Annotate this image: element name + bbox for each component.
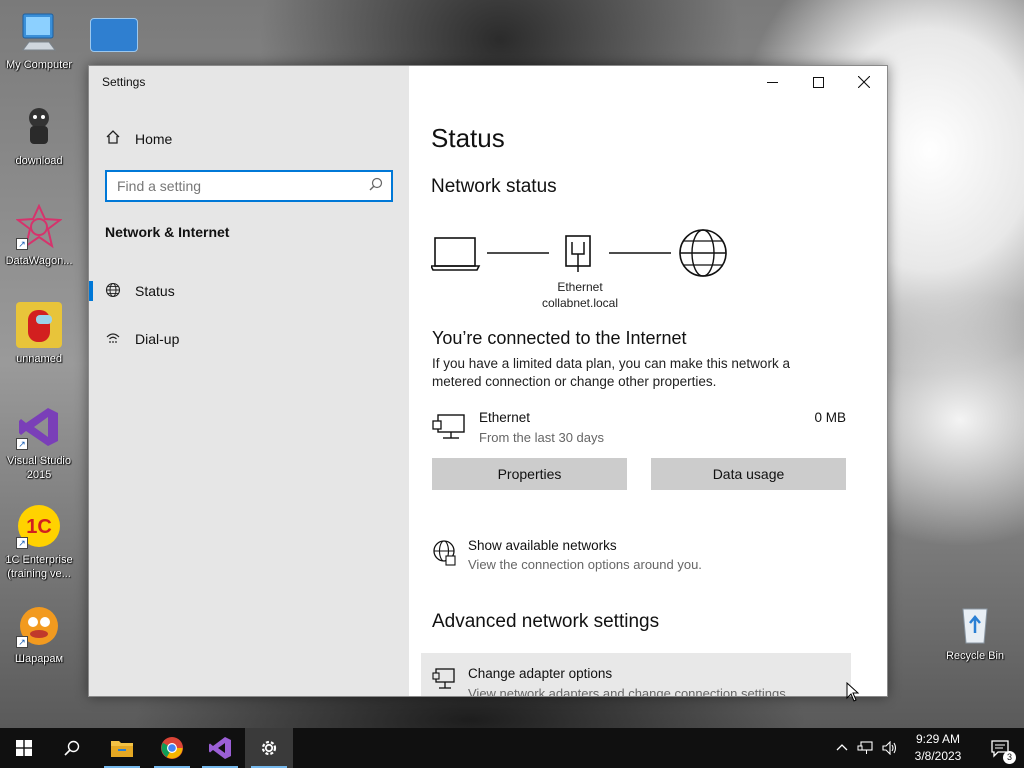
taskbar-visual-studio[interactable] — [196, 728, 244, 768]
search-input[interactable] — [117, 178, 369, 194]
notification-count-badge: 3 — [1003, 751, 1016, 764]
desktop-icon-label: Recycle Bin — [945, 650, 1005, 662]
search-icon[interactable] — [369, 177, 383, 196]
desktop-icon-label: unnamed — [16, 353, 62, 365]
desktop-icon-label: Шарарам — [14, 653, 64, 665]
volume-icon[interactable] — [882, 741, 898, 755]
action-center-button[interactable]: 3 — [976, 728, 1024, 768]
ethernet-name: Ethernet — [479, 410, 531, 425]
visual-studio-icon — [209, 737, 231, 759]
chevron-up-icon[interactable] — [836, 742, 848, 754]
file-explorer-icon — [111, 741, 133, 757]
1c-icon: 1C ↗ — [16, 503, 62, 549]
desktop-icon-label: DataWagon... — [5, 255, 73, 267]
sidebar-section-title: Network & Internet — [105, 224, 230, 240]
adapter-options-subtitle: View network adapters and change connect… — [468, 686, 790, 697]
desktop-icon-visual-studio[interactable]: ↗ Visual Studio 2015 — [0, 404, 79, 482]
desktop-icon-label: download — [15, 155, 63, 167]
taskbar: 9:29 AM 3/8/2023 3 — [0, 728, 1024, 768]
desktop-icon-shararam[interactable]: ↗ Шарарам — [0, 602, 79, 666]
advanced-settings-heading: Advanced network settings — [432, 611, 660, 632]
change-adapter-options-link[interactable]: Change adapter options View network adap… — [421, 653, 851, 697]
settings-sidebar: Settings Home Network & Internet Status — [89, 66, 409, 696]
ethernet-period: From the last 30 days — [479, 430, 604, 445]
desktop-icon-1c-enterprise[interactable]: 1C ↗ 1C Enterprise (training ve... — [0, 503, 79, 581]
shortcut-arrow-icon: ↗ — [16, 238, 28, 250]
desktop-icon-my-computer[interactable]: My Computer — [0, 10, 79, 72]
desktop-icon-datawagon[interactable]: ↗ DataWagon... — [0, 203, 79, 268]
desktop-icon-recycle-bin[interactable]: Recycle Bin — [935, 603, 1015, 663]
taskbar-search-button[interactable] — [48, 728, 96, 768]
system-tray — [836, 728, 898, 768]
window-file-icon — [90, 18, 138, 52]
ethernet-icon — [565, 235, 591, 272]
taskbar-settings[interactable] — [245, 728, 293, 768]
laptop-icon — [431, 237, 481, 271]
show-networks-subtitle: View the connection options around you. — [468, 557, 702, 572]
sidebar-item-label: Status — [135, 283, 175, 299]
globe-icon — [432, 540, 456, 571]
properties-button[interactable]: Properties — [432, 458, 627, 490]
recycle-bin-icon — [955, 603, 995, 645]
search-icon — [64, 740, 80, 756]
show-networks-title: Show available networks — [468, 538, 617, 553]
sidebar-item-label: Dial-up — [135, 331, 180, 347]
desktop-icon-label: Visual Studio 2015 — [6, 455, 71, 481]
start-button[interactable] — [0, 728, 48, 768]
adapter-icon — [432, 667, 456, 696]
data-usage-button[interactable]: Data usage — [651, 458, 846, 490]
network-domain: collabnet.local — [541, 296, 619, 310]
desktop-icon-label: 1C Enterprise (training ve... — [5, 554, 73, 580]
ethernet-data-usage: 0 MB — [814, 410, 846, 425]
ethernet-adapter-icon — [432, 413, 466, 446]
desktop-icon-unnamed[interactable]: unnamed — [0, 302, 79, 366]
clock-date: 3/8/2023 — [914, 749, 962, 763]
clock-time: 9:29 AM — [915, 732, 961, 746]
adapter-name: Ethernet — [557, 280, 603, 294]
page-title: Status — [431, 123, 505, 153]
adapter-options-title: Change adapter options — [468, 666, 613, 681]
datawagon-icon: ↗ — [15, 203, 63, 250]
network-status-heading: Network status — [431, 176, 557, 197]
home-icon — [105, 129, 121, 148]
desktop-icon-label: My Computer — [5, 59, 73, 71]
connected-description: If you have a limited data plan, you can… — [432, 356, 790, 389]
svg-text:1C: 1C — [26, 516, 52, 538]
sidebar-item-dial-up[interactable]: Dial-up — [89, 319, 409, 359]
window-title: Settings — [102, 75, 146, 89]
among-us-icon — [16, 302, 62, 348]
shortcut-arrow-icon: ↗ — [16, 438, 28, 450]
chrome-icon — [161, 737, 183, 759]
shararam-icon: ↗ — [16, 602, 62, 648]
settings-icon — [261, 740, 277, 756]
show-available-networks-link[interactable]: Show available networks View the connect… — [432, 538, 862, 578]
desktop-icon-window-file[interactable] — [74, 18, 154, 56]
start-icon — [16, 740, 32, 756]
sidebar-item-status[interactable]: Status — [89, 271, 409, 311]
search-box — [105, 170, 393, 202]
dialup-icon — [105, 330, 121, 349]
network-tray-icon[interactable] — [857, 741, 873, 755]
settings-content: Status Network status Ethernet collabnet… — [409, 66, 887, 697]
internet-globe-icon — [679, 229, 727, 277]
globe-icon — [105, 282, 121, 301]
connected-heading: You’re connected to the Internet — [432, 328, 687, 348]
shortcut-arrow-icon: ↗ — [16, 636, 28, 648]
shortcut-arrow-icon: ↗ — [16, 537, 28, 549]
nav-home-label: Home — [135, 130, 173, 147]
desktop-icon-download[interactable]: download — [0, 104, 79, 168]
computer-icon — [17, 10, 61, 54]
settings-window: Settings Home Network & Internet Status — [88, 65, 888, 697]
ethernet-usage-row: Ethernet From the last 30 days 0 MB — [432, 409, 846, 449]
mouse-cursor-icon — [846, 682, 860, 702]
nav-home[interactable]: Home — [105, 129, 172, 148]
visual-studio-icon: ↗ — [16, 404, 62, 450]
taskbar-chrome[interactable] — [148, 728, 196, 768]
download-icon — [16, 104, 62, 150]
network-diagram — [431, 229, 727, 277]
diagram-caption: Ethernet collabnet.local — [523, 279, 637, 311]
taskbar-file-explorer[interactable] — [98, 728, 146, 768]
taskbar-clock[interactable]: 9:29 AM 3/8/2023 — [906, 731, 970, 765]
